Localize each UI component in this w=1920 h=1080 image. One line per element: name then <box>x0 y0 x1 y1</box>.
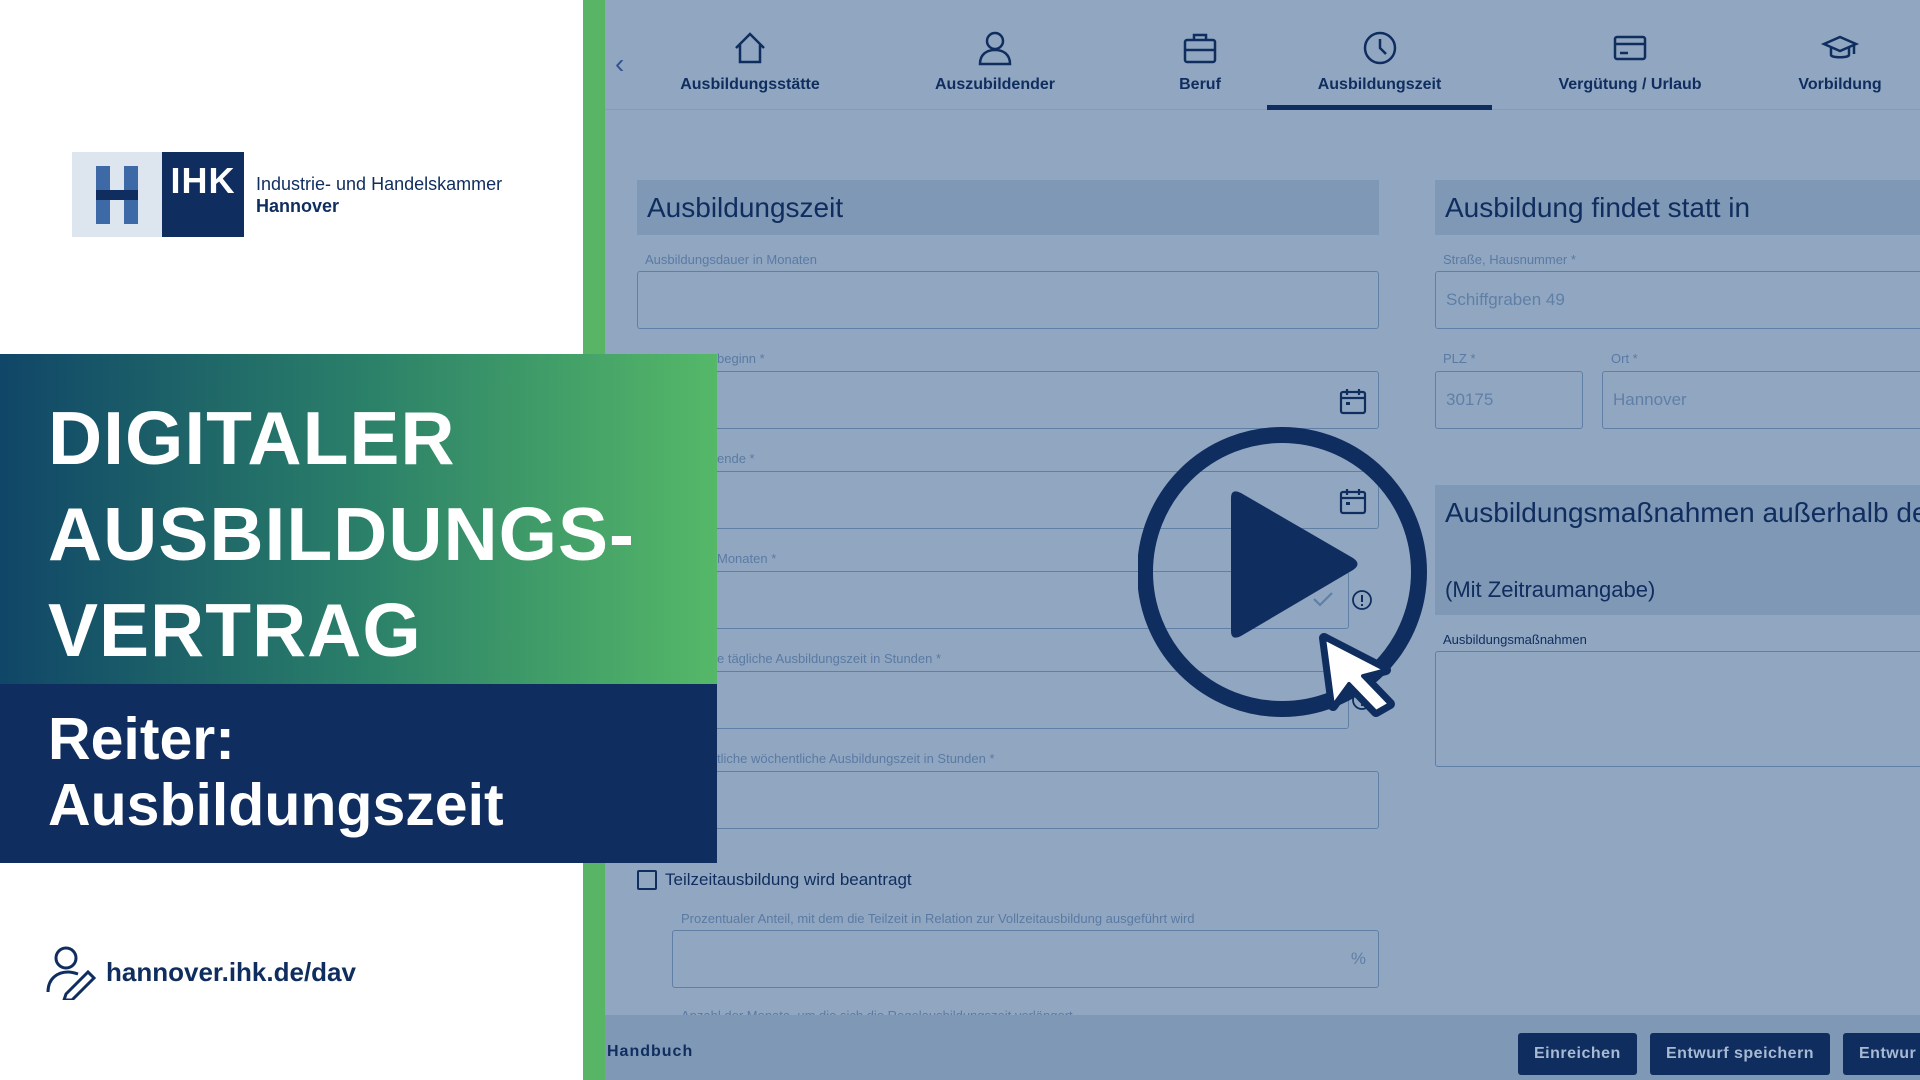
tab-auszubildender[interactable]: Auszubildender <box>910 0 1080 110</box>
title-line-1: DIGITALER <box>48 396 456 480</box>
logo-line-1: Industrie- und Handelskammer <box>256 173 503 194</box>
teilzeit-checkbox-label: Teilzeitausbildung wird beantragt <box>665 870 912 889</box>
footer-bar: Handbuch Einreichen Entwurf speichern En… <box>605 1015 1920 1080</box>
logo-line-2: Hannover <box>256 195 340 216</box>
briefcase-icon <box>1183 33 1217 64</box>
label-ende: ende * <box>717 451 755 466</box>
label-strasse: Straße, Hausnummer * <box>1443 252 1576 267</box>
calendar-icon[interactable] <box>1338 386 1368 416</box>
strasse-input[interactable]: Schiffgraben 49 <box>1435 271 1920 329</box>
label-ausbildungsdauer: Ausbildungsdauer in Monaten <box>645 252 818 267</box>
prozentualer-anteil-input[interactable]: % <box>672 930 1379 988</box>
link-row[interactable]: hannover.ihk.de/dav <box>44 944 356 1000</box>
ausbildungsdauer-input[interactable] <box>637 271 1379 329</box>
person-icon <box>978 31 1012 66</box>
section-header-ausbildung-ort: Ausbildung findet statt in <box>1435 180 1920 235</box>
handbuch-link[interactable]: Handbuch <box>607 1043 693 1061</box>
person-edit-icon <box>46 946 96 1000</box>
home-icon <box>735 32 765 64</box>
beginn-date-input[interactable] <box>637 371 1379 429</box>
woechentliche-zeit-input[interactable] <box>637 771 1379 829</box>
label-ort: Ort * <box>1611 351 1638 366</box>
h-logo-mark <box>72 152 162 237</box>
title-line-2: AUSBILDUNGS- <box>48 492 635 576</box>
tab-verguetung-urlaub[interactable]: Vergütung / Urlaub <box>1525 0 1735 110</box>
tab-bar: ‹ Ausbildungsstätte Auszubildender Beruf… <box>605 0 1920 110</box>
graduation-cap-icon <box>1820 35 1860 59</box>
ihk-logo: IHK Industrie- und Handelskammer Hannove… <box>72 152 502 237</box>
card-icon <box>1613 35 1647 61</box>
title-line-3: VERTRAG <box>48 588 422 672</box>
massnahmen-header-text: Ausbildungsmaßnahmen außerhalb der <box>1445 497 1920 528</box>
logo-ihk-text: IHK <box>162 152 244 237</box>
label-woechentliche-zeit: tliche wöchentliche Ausbildungszeit in S… <box>717 751 995 766</box>
subtitle-line-2: Ausbildungszeit <box>48 772 504 838</box>
label-monaten: Monaten * <box>717 551 777 566</box>
clock-icon <box>1363 31 1396 65</box>
label-prozentualer-anteil: Prozentualer Anteil, mit dem die Teilzei… <box>681 911 1195 926</box>
einreichen-button[interactable]: Einreichen <box>1518 1033 1637 1075</box>
dav-link[interactable]: hannover.ihk.de/dav <box>106 957 356 988</box>
tab-vorbildung[interactable]: Vorbildung <box>1775 0 1905 110</box>
entwurf-speichern-button[interactable]: Entwurf speichern <box>1650 1033 1831 1075</box>
teilzeit-checkbox[interactable] <box>637 870 657 890</box>
section-header-massnahmen: Ausbildungsmaßnahmen außerhalb der (Mit … <box>1435 485 1920 615</box>
title-box: DIGITALER AUSBILDUNGS- VERTRAG <box>0 354 717 684</box>
label-massnahmen: Ausbildungsmaßnahmen <box>1443 632 1587 647</box>
plz-input[interactable]: 30175 <box>1435 371 1583 429</box>
label-beginn: beginn * <box>717 351 765 366</box>
section-header-ausbildungszeit: Ausbildungszeit <box>637 180 1379 235</box>
massnahmen-subheader: (Mit Zeitraumangabe) <box>1445 577 1656 602</box>
ort-input[interactable]: Hannover <box>1602 371 1920 429</box>
subtitle-line-1: Reiter: <box>48 706 235 772</box>
label-plz: PLZ * <box>1443 351 1476 366</box>
label-taegliche-zeit: e tägliche Ausbildungszeit in Stunden * <box>717 651 942 666</box>
tab-beruf[interactable]: Beruf <box>1125 0 1275 110</box>
chevron-left-icon[interactable]: ‹ <box>615 48 624 80</box>
tab-ausbildungsstaette[interactable]: Ausbildungsstätte <box>665 0 835 110</box>
percent-suffix: % <box>1350 949 1366 968</box>
play-button-icon[interactable] <box>1138 426 1432 730</box>
massnahmen-textarea[interactable] <box>1435 651 1920 767</box>
cursor-icon <box>1319 633 1395 717</box>
entwurf-button-cut[interactable]: Entwur <box>1843 1033 1920 1075</box>
subtitle-box: Reiter: Ausbildungszeit <box>0 684 717 863</box>
teilzeit-checkbox-row[interactable]: Teilzeitausbildung wird beantragt <box>637 870 912 890</box>
tab-ausbildungszeit[interactable]: Ausbildungszeit <box>1267 0 1492 110</box>
